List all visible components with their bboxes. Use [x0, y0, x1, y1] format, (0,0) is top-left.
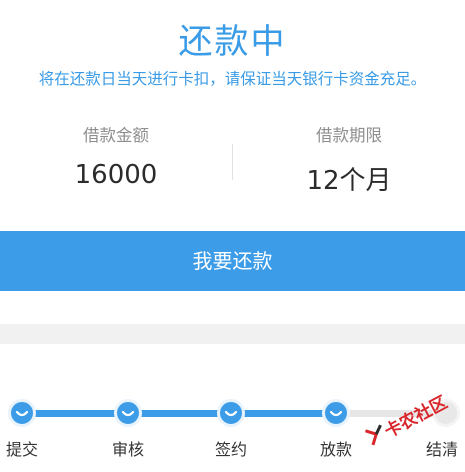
- loan-status-page: 还款中 将在还款日当天进行卡扣，请保证当天银行卡资金充足。 借款金额 16000…: [0, 0, 465, 472]
- smile-icon: [329, 410, 343, 417]
- loan-term-block: 借款期限 12个月: [233, 118, 465, 197]
- smile-icon: [224, 410, 238, 417]
- step-node-disburse: [322, 399, 350, 427]
- loan-amount-value: 16000: [74, 160, 158, 190]
- loan-amount-label: 借款金额: [83, 126, 149, 145]
- step-label-submit: 提交: [6, 440, 39, 459]
- loan-info-row: 借款金额 16000 借款期限 12个月: [0, 118, 465, 208]
- repayment-notice: 将在还款日当天进行卡扣，请保证当天银行卡资金充足。: [38, 70, 427, 88]
- step-label-sign: 签约: [215, 440, 248, 459]
- smile-icon: [121, 410, 135, 417]
- section-divider: [0, 324, 465, 344]
- status-title: 还款中: [178, 22, 287, 62]
- step-node-sign: [217, 399, 245, 427]
- loan-term-label: 借款期限: [316, 126, 382, 145]
- repay-button[interactable]: 我要还款: [0, 231, 465, 291]
- step-label-review: 审核: [112, 440, 145, 459]
- smile-icon: [15, 410, 29, 417]
- loan-amount-block: 借款金额 16000: [0, 118, 232, 190]
- step-label-disburse: 放款: [320, 440, 353, 459]
- step-node-review: [114, 399, 142, 427]
- progress-track-done: [22, 410, 344, 417]
- step-node-submit: [8, 399, 36, 427]
- loan-term-value: 12个月: [306, 166, 392, 196]
